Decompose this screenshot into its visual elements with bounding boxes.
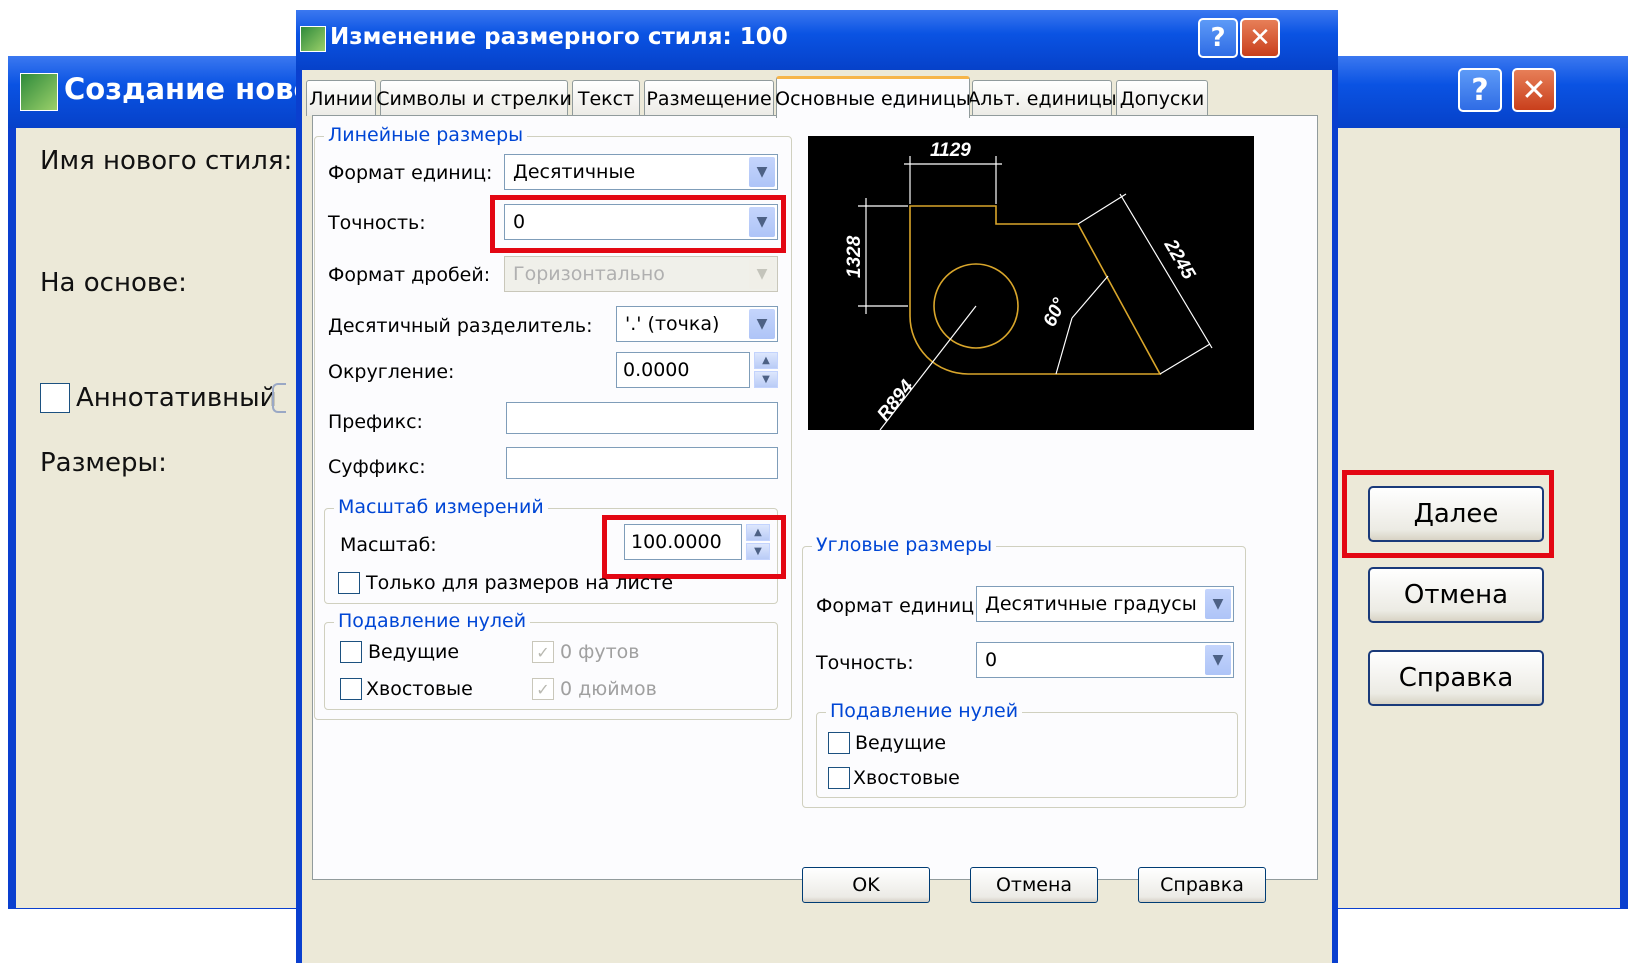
round-off-input[interactable]: 0.0000	[616, 352, 750, 388]
angular-precision-label: Точность:	[816, 652, 914, 674]
cancel-button[interactable]: Отмена	[970, 867, 1098, 903]
dialog-title: Изменение размерного стиля: 100	[330, 24, 788, 50]
zero-feet-checkbox: ✓	[532, 641, 554, 663]
angular-leading-zeros-label: Ведущие	[855, 732, 947, 754]
unit-format-select[interactable]: Десятичные ▼	[504, 154, 778, 190]
unit-format-label: Формат единиц:	[328, 162, 493, 184]
suffix-label: Суффикс:	[328, 456, 426, 478]
leading-zeros-checkbox[interactable]	[340, 641, 362, 663]
zero-inches-label: 0 дюймов	[560, 678, 657, 700]
chevron-down-icon[interactable]: ▼	[1205, 645, 1231, 675]
trailing-zeros-label: Хвостовые	[366, 678, 473, 700]
chevron-down-icon[interactable]: ▼	[1205, 589, 1231, 619]
zero-suppression-linear-legend: Подавление нулей	[334, 610, 531, 632]
app-icon	[20, 73, 58, 111]
angular-trailing-zeros-label: Хвостовые	[853, 767, 960, 789]
annotative-checkbox[interactable]	[40, 383, 70, 413]
angular-unit-format-label: Формат единиц:	[816, 595, 981, 617]
precision-highlight	[490, 195, 786, 253]
dimensions-label: Размеры:	[40, 448, 167, 478]
spin-down-icon[interactable]: ▼	[754, 371, 778, 388]
angular-unit-format-value: Десятичные градусы	[985, 593, 1197, 615]
angular-unit-format-select[interactable]: Десятичные градусы ▼	[976, 586, 1234, 622]
layout-only-label: Только для размеров на листе	[366, 572, 674, 594]
prefix-input[interactable]	[506, 402, 778, 434]
dimension-preview: 1129 1328 2245 60° R894	[808, 136, 1254, 431]
fraction-format-value: Горизонтально	[513, 263, 665, 285]
tab-tolerances[interactable]: Допуски	[1116, 80, 1208, 116]
based-on-label: На основе:	[40, 268, 187, 298]
preview-drawing: 1129 1328 2245 60° R894	[844, 140, 1213, 431]
tab-alternate-units[interactable]: Альт. единицы	[967, 80, 1117, 116]
help-button[interactable]: Справка	[1138, 867, 1266, 903]
chevron-down-icon[interactable]: ▼	[749, 309, 775, 339]
measurement-scale-legend: Масштаб измерений	[334, 496, 548, 518]
zero-feet-label: 0 футов	[560, 641, 640, 663]
decimal-separator-select[interactable]: '.' (точка) ▼	[616, 306, 778, 342]
next-button[interactable]: Далее	[1368, 486, 1544, 542]
tab-text[interactable]: Текст	[572, 80, 640, 116]
tab-fit[interactable]: Размещение	[644, 80, 774, 116]
leading-zeros-label: Ведущие	[368, 641, 460, 663]
dim-angle-label: 60°	[1039, 295, 1070, 330]
scale-label: Масштаб:	[340, 534, 437, 556]
help-icon[interactable]: ?	[1458, 68, 1502, 112]
help-icon[interactable]: ?	[1198, 18, 1238, 58]
help-button[interactable]: Справка	[1368, 650, 1544, 706]
angular-leading-zeros-checkbox[interactable]	[828, 732, 850, 754]
spin-up-icon[interactable]: ▲	[754, 352, 778, 369]
app-icon	[300, 26, 326, 52]
close-icon[interactable]: ✕	[1512, 68, 1556, 112]
zero-suppression-angular-legend: Подавление нулей	[826, 700, 1023, 722]
annotative-info-icon	[272, 383, 286, 413]
annotative-label: Аннотативный	[76, 383, 277, 413]
zero-inches-checkbox: ✓	[532, 678, 554, 700]
angular-trailing-zeros-checkbox[interactable]	[828, 767, 850, 789]
round-off-spinner[interactable]: ▲ ▼	[754, 352, 778, 388]
decimal-separator-value: '.' (точка)	[625, 313, 720, 335]
fraction-format-select: Горизонтально ▼	[504, 256, 778, 292]
tab-primary-units[interactable]: Основные единицы	[775, 76, 971, 118]
layout-only-checkbox[interactable]	[338, 572, 360, 594]
new-style-name-label: Имя нового стиля:	[40, 146, 293, 176]
dim-left-label: 1328	[844, 235, 865, 278]
angular-precision-select[interactable]: 0 ▼	[976, 642, 1234, 678]
ok-button[interactable]: OK	[802, 867, 930, 903]
prefix-label: Префикс:	[328, 411, 423, 433]
scale-highlight	[602, 515, 786, 579]
dim-right-label: 2245	[1159, 235, 1199, 283]
cancel-button[interactable]: Отмена	[1368, 567, 1544, 623]
decimal-separator-label: Десятичный разделитель:	[328, 315, 593, 337]
angular-precision-value: 0	[985, 649, 998, 671]
part-outline	[909, 205, 1162, 375]
suffix-input[interactable]	[506, 447, 778, 479]
tab-symbols-arrows[interactable]: Символы и стрелки	[376, 80, 572, 116]
angular-dimensions-legend: Угловые размеры	[812, 534, 997, 556]
tab-lines[interactable]: Линии	[306, 80, 376, 116]
dim-radius-label: R894	[873, 376, 918, 425]
trailing-zeros-checkbox[interactable]	[340, 678, 362, 700]
dim-top-label: 1129	[930, 140, 971, 161]
chevron-down-icon: ▼	[749, 259, 775, 289]
precision-label: Точность:	[328, 212, 426, 234]
unit-format-value: Десятичные	[513, 161, 636, 183]
round-off-label: Округление:	[328, 361, 455, 383]
close-icon[interactable]: ✕	[1240, 18, 1280, 58]
fraction-format-label: Формат дробей:	[328, 264, 491, 286]
linear-dimensions-legend: Линейные размеры	[324, 124, 528, 146]
chevron-down-icon[interactable]: ▼	[749, 157, 775, 187]
